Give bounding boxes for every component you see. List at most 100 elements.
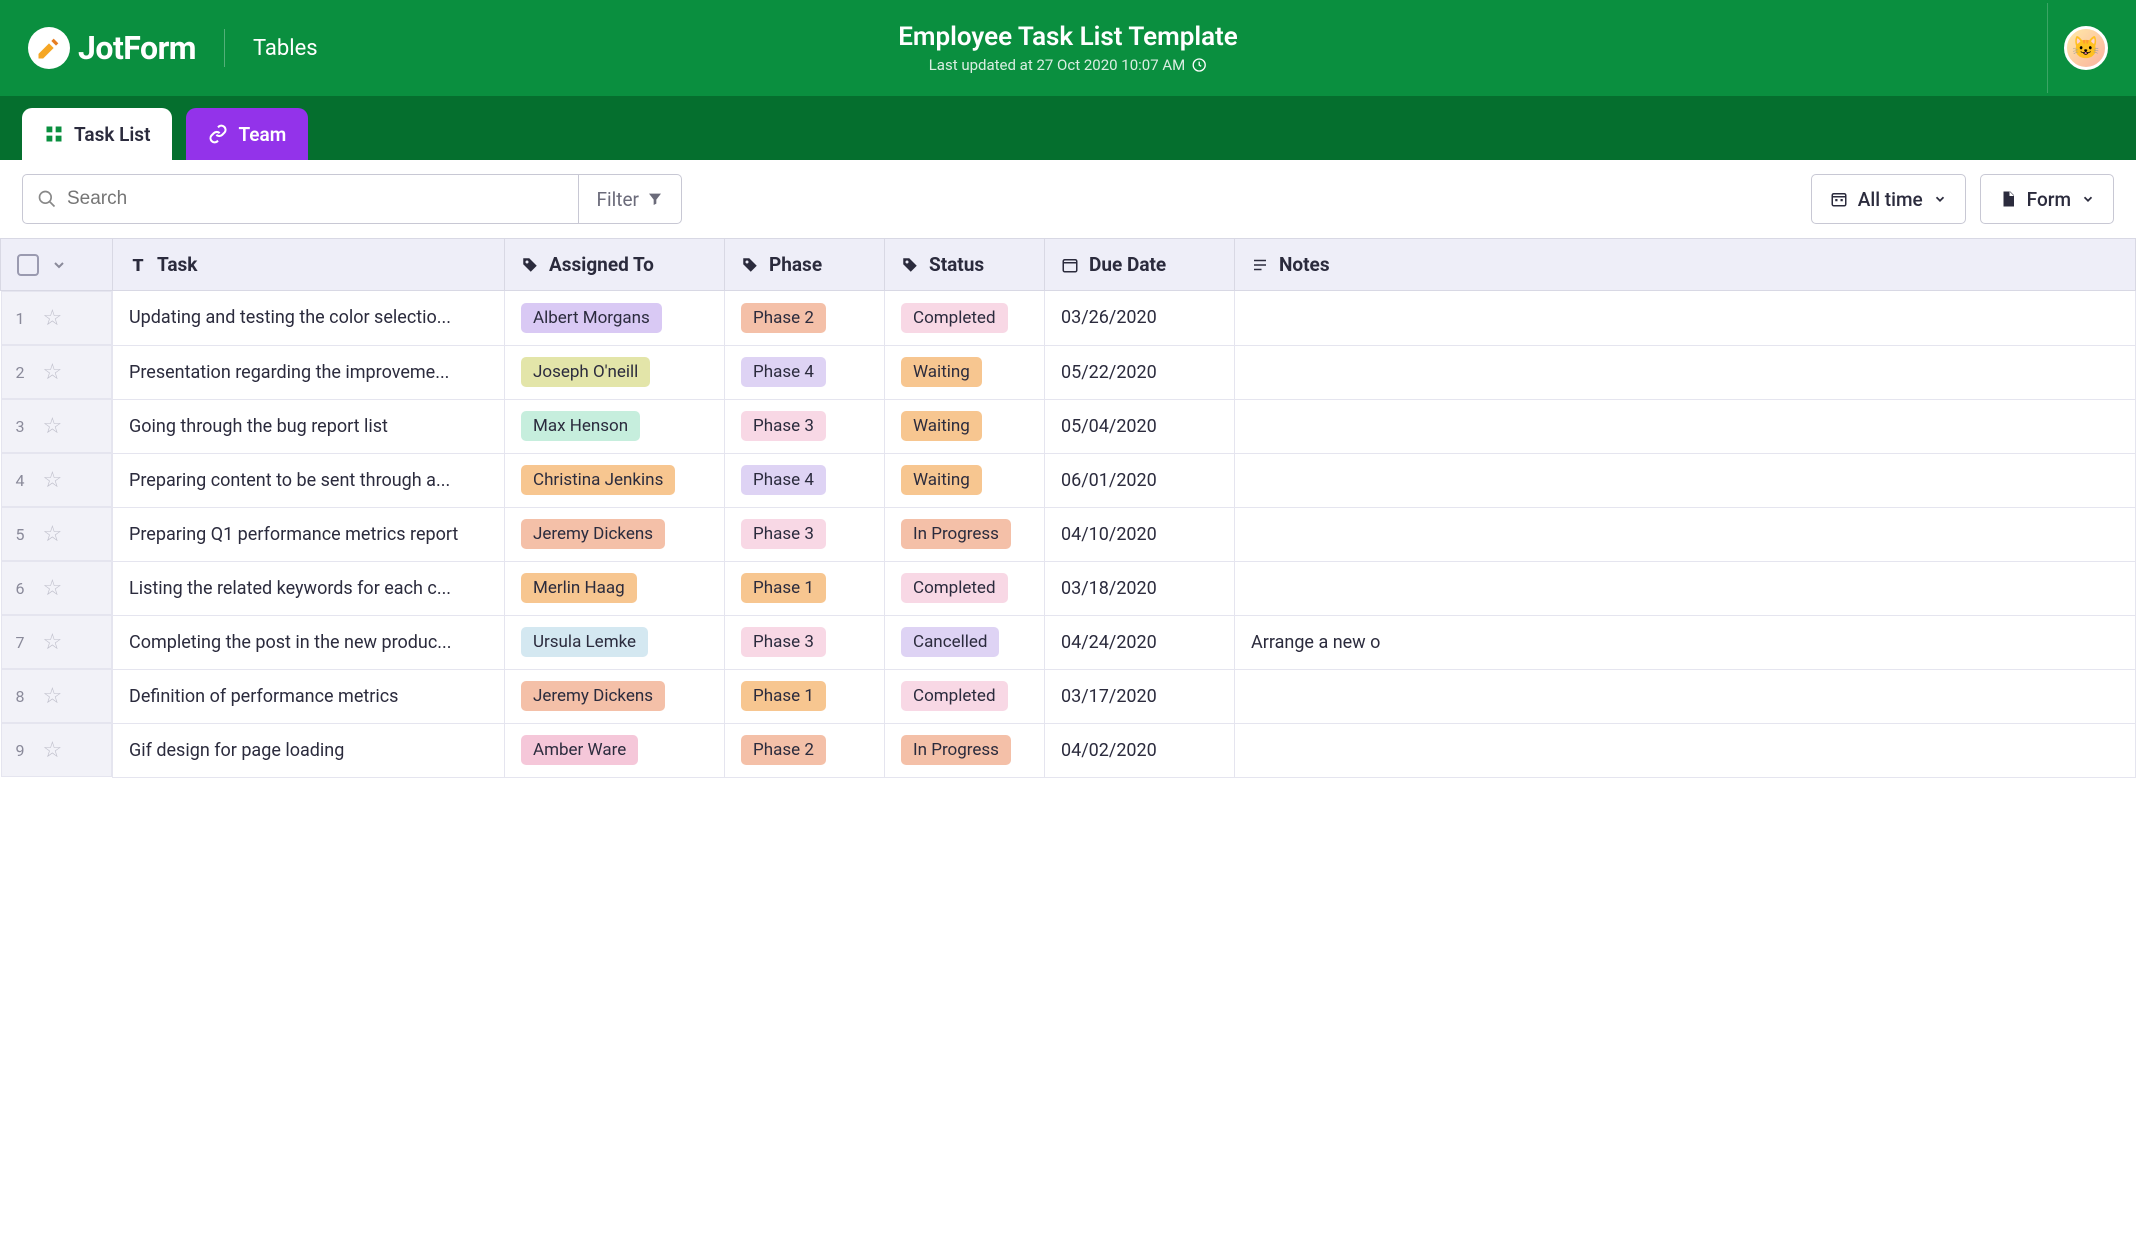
cell-status[interactable]: Completed	[885, 669, 1045, 723]
table-row[interactable]: 6 ☆ Listing the related keywords for eac…	[1, 561, 2136, 615]
star-icon[interactable]: ☆	[43, 306, 63, 331]
cell-notes[interactable]	[1235, 291, 2136, 346]
time-filter-button[interactable]: All time	[1811, 174, 1966, 224]
cell-assigned[interactable]: Albert Morgans	[505, 291, 725, 346]
cell-assigned[interactable]: Jeremy Dickens	[505, 669, 725, 723]
status-chip: Completed	[901, 303, 1008, 333]
cell-due[interactable]: 03/17/2020	[1045, 669, 1235, 723]
star-icon[interactable]: ☆	[43, 414, 63, 439]
cell-due[interactable]: 05/04/2020	[1045, 399, 1235, 453]
table-row[interactable]: 2 ☆ Presentation regarding the improveme…	[1, 345, 2136, 399]
chevron-down-icon[interactable]	[51, 257, 67, 273]
column-header-phase[interactable]: Phase	[725, 239, 885, 291]
cell-notes[interactable]	[1235, 507, 2136, 561]
cell-status[interactable]: In Progress	[885, 723, 1045, 777]
history-icon[interactable]	[1191, 57, 1207, 73]
cell-phase[interactable]: Phase 4	[725, 453, 885, 507]
column-header-due[interactable]: Due Date	[1045, 239, 1235, 291]
cell-assigned[interactable]: Ursula Lemke	[505, 615, 725, 669]
cell-notes[interactable]	[1235, 561, 2136, 615]
cell-due[interactable]: 03/26/2020	[1045, 291, 1235, 346]
cell-notes[interactable]	[1235, 399, 2136, 453]
cell-task[interactable]: Going through the bug report list	[113, 399, 505, 453]
cell-notes[interactable]	[1235, 453, 2136, 507]
cell-status[interactable]: In Progress	[885, 507, 1045, 561]
table-row[interactable]: 5 ☆ Preparing Q1 performance metrics rep…	[1, 507, 2136, 561]
cell-due[interactable]: 04/02/2020	[1045, 723, 1235, 777]
cell-notes[interactable]	[1235, 345, 2136, 399]
cell-due[interactable]: 04/10/2020	[1045, 507, 1235, 561]
cell-status[interactable]: Completed	[885, 561, 1045, 615]
table-row[interactable]: 3 ☆ Going through the bug report list Ma…	[1, 399, 2136, 453]
cell-task[interactable]: Presentation regarding the improveme...	[113, 345, 505, 399]
tag-icon	[901, 256, 919, 274]
star-icon[interactable]: ☆	[43, 360, 63, 385]
tab-task-list[interactable]: Task List	[22, 108, 172, 160]
cell-due[interactable]: 04/24/2020	[1045, 615, 1235, 669]
column-header-assigned[interactable]: Assigned To	[505, 239, 725, 291]
cell-due[interactable]: 06/01/2020	[1045, 453, 1235, 507]
cell-task[interactable]: Preparing Q1 performance metrics report	[113, 507, 505, 561]
table-row[interactable]: 9 ☆ Gif design for page loading Amber Wa…	[1, 723, 2136, 777]
cell-task[interactable]: Preparing content to be sent through a..…	[113, 453, 505, 507]
tab-team[interactable]: Team	[186, 108, 308, 160]
cell-task[interactable]: Definition of performance metrics	[113, 669, 505, 723]
select-all-checkbox[interactable]	[17, 254, 39, 276]
cell-assigned[interactable]: Merlin Haag	[505, 561, 725, 615]
column-header-status[interactable]: Status	[885, 239, 1045, 291]
assignee-chip: Max Henson	[521, 411, 640, 441]
table-row[interactable]: 8 ☆ Definition of performance metrics Je…	[1, 669, 2136, 723]
cell-phase[interactable]: Phase 2	[725, 291, 885, 346]
cell-assigned[interactable]: Jeremy Dickens	[505, 507, 725, 561]
cell-status[interactable]: Waiting	[885, 453, 1045, 507]
cell-task[interactable]: Listing the related keywords for each c.…	[113, 561, 505, 615]
table-row[interactable]: 1 ☆ Updating and testing the color selec…	[1, 291, 2136, 346]
avatar[interactable]: 😺	[2064, 26, 2108, 70]
star-icon[interactable]: ☆	[43, 738, 63, 763]
cell-status[interactable]: Waiting	[885, 399, 1045, 453]
row-number: 1	[16, 309, 25, 328]
cell-assigned[interactable]: Max Henson	[505, 399, 725, 453]
cell-phase[interactable]: Phase 3	[725, 399, 885, 453]
cell-status[interactable]: Waiting	[885, 345, 1045, 399]
phase-chip: Phase 3	[741, 519, 826, 549]
table-row[interactable]: 7 ☆ Completing the post in the new produ…	[1, 615, 2136, 669]
row-index-cell: 2 ☆	[1, 345, 113, 399]
assignee-chip: Merlin Haag	[521, 573, 637, 603]
star-icon[interactable]: ☆	[43, 630, 63, 655]
cell-status[interactable]: Cancelled	[885, 615, 1045, 669]
cell-status[interactable]: Completed	[885, 291, 1045, 346]
column-header-notes[interactable]: Notes	[1235, 239, 2136, 291]
cell-task[interactable]: Completing the post in the new produc...	[113, 615, 505, 669]
cell-phase[interactable]: Phase 4	[725, 345, 885, 399]
cell-notes[interactable]: Arrange a new o	[1235, 615, 2136, 669]
form-button[interactable]: Form	[1980, 174, 2114, 224]
cell-notes[interactable]	[1235, 669, 2136, 723]
star-icon[interactable]: ☆	[43, 576, 63, 601]
star-icon[interactable]: ☆	[43, 468, 63, 493]
cell-assigned[interactable]: Joseph O'neill	[505, 345, 725, 399]
table-row[interactable]: 4 ☆ Preparing content to be sent through…	[1, 453, 2136, 507]
cell-phase[interactable]: Phase 1	[725, 561, 885, 615]
cell-phase[interactable]: Phase 2	[725, 723, 885, 777]
page-title: Employee Task List Template	[898, 22, 1238, 52]
star-icon[interactable]: ☆	[43, 684, 63, 709]
search-box: Filter	[22, 174, 682, 224]
star-icon[interactable]: ☆	[43, 522, 63, 547]
divider	[224, 29, 225, 67]
cell-notes[interactable]	[1235, 723, 2136, 777]
cell-task[interactable]: Gif design for page loading	[113, 723, 505, 777]
notes-icon	[1251, 256, 1269, 274]
filter-button[interactable]: Filter	[578, 175, 681, 223]
status-chip: Cancelled	[901, 627, 999, 657]
cell-assigned[interactable]: Christina Jenkins	[505, 453, 725, 507]
cell-due[interactable]: 03/18/2020	[1045, 561, 1235, 615]
cell-due[interactable]: 05/22/2020	[1045, 345, 1235, 399]
search-input[interactable]	[67, 188, 564, 210]
column-header-task[interactable]: Task	[113, 239, 505, 291]
cell-phase[interactable]: Phase 3	[725, 615, 885, 669]
cell-task[interactable]: Updating and testing the color selectio.…	[113, 291, 505, 346]
cell-phase[interactable]: Phase 1	[725, 669, 885, 723]
cell-phase[interactable]: Phase 3	[725, 507, 885, 561]
cell-assigned[interactable]: Amber Ware	[505, 723, 725, 777]
